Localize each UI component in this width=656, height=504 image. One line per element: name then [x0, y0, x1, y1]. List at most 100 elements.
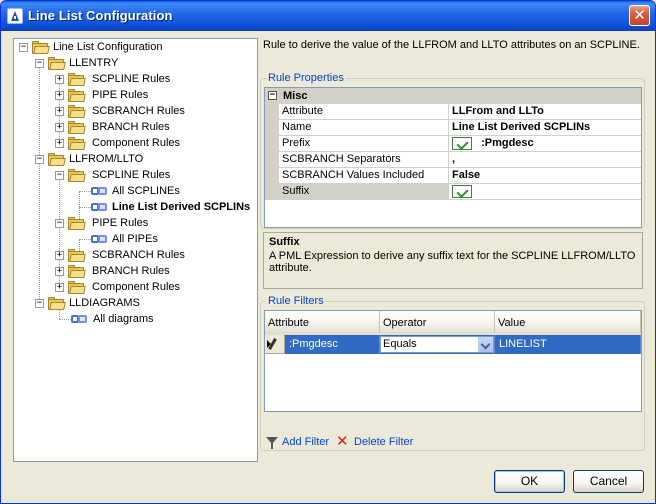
window-title: Line List Configuration — [28, 8, 173, 23]
tree-node-llentry[interactable]: − LLENTRY — [14, 55, 254, 71]
rule-icon — [91, 185, 109, 197]
tree-node-label: PIPE Rules — [92, 217, 149, 229]
collapse-icon[interactable]: − — [55, 171, 64, 180]
expression-check-icon — [452, 185, 472, 198]
property-row-prefix[interactable]: Prefix :Pmgdesc — [265, 136, 641, 152]
collapse-icon[interactable]: − — [35, 155, 44, 164]
collapse-icon[interactable]: − — [35, 59, 44, 68]
property-value-prefix[interactable]: :Pmgdesc — [449, 136, 641, 152]
filter-icon[interactable] — [266, 437, 278, 449]
tree-node-label: All diagrams — [93, 313, 154, 325]
tree-node-llfrom-pipe[interactable]: − PIPE Rules — [14, 215, 254, 231]
folder-open-icon — [68, 169, 86, 182]
delete-icon[interactable]: ✕ — [336, 434, 350, 449]
folder-open-icon — [48, 57, 66, 70]
close-button[interactable]: ✕ — [629, 5, 650, 26]
row-selector[interactable] — [265, 335, 285, 354]
tree-node-label: All SCPLINEs — [112, 185, 180, 197]
dialog-window: Line List Configuration ✕ − Line List Co… — [0, 0, 656, 504]
tree-node-all-scplines[interactable]: All SCPLINEs — [14, 183, 254, 199]
tree-node-label: SCPLINE Rules — [92, 73, 171, 85]
title-bar[interactable]: Line List Configuration ✕ — [1, 1, 655, 31]
tree-node-llfrom-scbranch[interactable]: + SCBRANCH Rules — [14, 247, 254, 263]
tree-node-root[interactable]: − Line List Configuration — [14, 39, 254, 55]
tree-node-llentry-branch[interactable]: + BRANCH Rules — [14, 119, 254, 135]
tree-node-llentry-component[interactable]: + Component Rules — [14, 135, 254, 151]
tree-node-label: All PIPEs — [112, 233, 158, 245]
ok-button[interactable]: OK — [494, 470, 565, 493]
property-name: Prefix — [279, 136, 449, 152]
category-row[interactable]: − Misc — [265, 88, 641, 104]
filter-attribute-cell[interactable]: :Pmgdesc — [285, 335, 380, 354]
tree-node-llfrom-scpline[interactable]: − SCPLINE Rules — [14, 167, 254, 183]
rule-description: Rule to derive the value of the LLFROM a… — [263, 39, 640, 51]
expand-icon[interactable]: + — [55, 267, 64, 276]
expand-icon[interactable]: + — [55, 91, 64, 100]
tree-node-line-list-derived-scplins[interactable]: Line List Derived SCPLINs — [14, 199, 254, 215]
tree-node-label: Component Rules — [92, 137, 181, 149]
folder-open-icon — [48, 297, 66, 310]
tree-node-all-diagrams[interactable]: All diagrams — [14, 311, 254, 327]
expand-icon[interactable]: + — [55, 139, 64, 148]
filter-row[interactable]: :Pmgdesc Equals LINELIST — [265, 335, 641, 354]
tree-node-label: LLENTRY — [69, 57, 119, 69]
tree-node-llfrom-component[interactable]: + Component Rules — [14, 279, 254, 295]
tree-node-llentry-scbranch[interactable]: + SCBRANCH Rules — [14, 103, 254, 119]
property-name: Attribute — [279, 104, 449, 120]
collapse-icon[interactable]: − — [268, 91, 277, 100]
collapse-icon[interactable]: − — [35, 299, 44, 308]
filters-grid[interactable]: Attribute Operator Value :Pmgdesc Equals… — [264, 310, 642, 412]
property-help-panel: Suffix A PML Expression to derive any su… — [263, 232, 643, 289]
property-row-values-included[interactable]: SCBRANCH Values Included False — [265, 168, 641, 184]
tree-node-label: Component Rules — [92, 281, 181, 293]
property-row-suffix[interactable]: Suffix — [265, 184, 641, 200]
expand-icon[interactable]: + — [55, 123, 64, 132]
delete-filter-link[interactable]: Delete Filter — [354, 435, 413, 449]
config-tree[interactable]: − Line List Configuration − LLENTRY + SC… — [13, 38, 258, 462]
property-value[interactable]: , — [449, 152, 641, 168]
operator-dropdown[interactable]: Equals — [380, 336, 494, 353]
column-header-operator[interactable]: Operator — [380, 311, 495, 335]
property-value[interactable]: False — [449, 168, 641, 184]
tree-node-llentry-scpline[interactable]: + SCPLINE Rules — [14, 71, 254, 87]
folder-icon — [68, 89, 86, 102]
collapse-icon[interactable]: − — [19, 43, 28, 52]
property-grid[interactable]: − Misc Attribute LLFrom and LLTo Name Li… — [264, 87, 642, 228]
folder-open-icon — [48, 153, 66, 166]
folder-icon — [68, 105, 86, 118]
property-name: SCBRANCH Values Included — [279, 168, 449, 184]
tree-node-llentry-pipe[interactable]: + PIPE Rules — [14, 87, 254, 103]
rule-icon — [91, 201, 109, 213]
tree-node-llfrom[interactable]: − LLFROM/LLTO — [14, 151, 254, 167]
tree-node-lldiagrams[interactable]: − LLDIAGRAMS — [14, 295, 254, 311]
chevron-down-icon[interactable] — [478, 337, 493, 352]
filter-value-cell[interactable]: LINELIST — [495, 335, 641, 354]
column-header-attribute[interactable]: Attribute — [265, 311, 380, 335]
tree-node-llfrom-branch[interactable]: + BRANCH Rules — [14, 263, 254, 279]
category-label: Misc — [283, 90, 308, 102]
collapse-icon[interactable]: − — [55, 219, 64, 228]
cancel-button[interactable]: Cancel — [573, 470, 644, 493]
tree-node-label: LLDIAGRAMS — [69, 297, 140, 309]
tree-node-all-pipes[interactable]: All PIPEs — [14, 231, 254, 247]
property-row-attribute[interactable]: Attribute LLFrom and LLTo — [265, 104, 641, 120]
folder-icon — [68, 265, 86, 278]
property-name: SCBRANCH Separators — [279, 152, 449, 168]
column-header-value[interactable]: Value — [495, 311, 641, 335]
add-filter-link[interactable]: Add Filter — [282, 435, 329, 449]
property-value[interactable]: LLFrom and LLTo — [449, 104, 641, 120]
tree-node-label: SCBRANCH Rules — [92, 249, 185, 261]
expand-icon[interactable]: + — [55, 283, 64, 292]
property-name: Name — [279, 120, 449, 136]
property-name: Suffix — [279, 184, 449, 200]
property-value[interactable]: Line List Derived SCPLINs — [449, 120, 641, 136]
expand-icon[interactable]: + — [55, 251, 64, 260]
property-value-suffix[interactable] — [449, 184, 641, 200]
expand-icon[interactable]: + — [55, 107, 64, 116]
property-row-name[interactable]: Name Line List Derived SCPLINs — [265, 120, 641, 136]
property-row-separators[interactable]: SCBRANCH Separators , — [265, 152, 641, 168]
tree-node-label: Line List Derived SCPLINs — [112, 201, 251, 213]
prefix-value: :Pmgdesc — [481, 137, 534, 149]
expand-icon[interactable]: + — [55, 75, 64, 84]
folder-icon — [68, 121, 86, 134]
